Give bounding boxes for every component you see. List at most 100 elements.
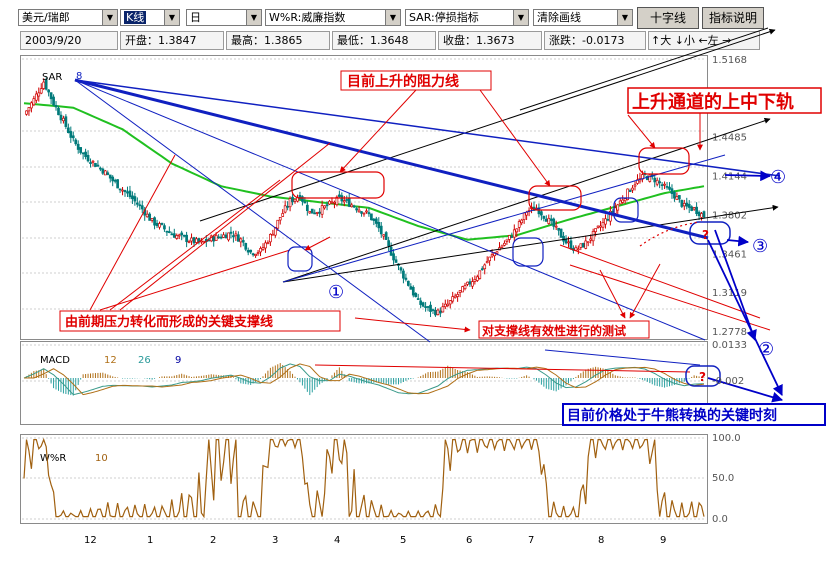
candle: [222, 232, 225, 238]
candle: [118, 188, 122, 193]
candle: [690, 205, 694, 212]
candle: [283, 200, 287, 214]
x-tick-label: 2: [210, 535, 216, 546]
candle: [172, 228, 176, 238]
candle: [187, 239, 191, 244]
candle: [59, 111, 63, 124]
candle: [158, 221, 161, 230]
candle: [660, 182, 664, 190]
channel-middle-line: [282, 117, 771, 283]
candle: [475, 274, 479, 282]
candle: [483, 263, 487, 275]
candle: [473, 275, 477, 285]
candle: [266, 240, 270, 245]
candlestick-series: [25, 77, 706, 318]
candle: [84, 148, 87, 160]
candle: [313, 209, 317, 215]
candle: [461, 285, 464, 293]
macd-tick-bottom: -0.002: [712, 376, 744, 387]
candle: [168, 226, 171, 234]
candle: [399, 266, 403, 274]
candle: [456, 291, 459, 302]
candle: [254, 253, 257, 258]
candle: [301, 195, 304, 206]
candle: [384, 231, 388, 240]
candle: [182, 234, 186, 238]
candle: [606, 214, 610, 222]
candle: [318, 208, 322, 218]
candle: [190, 233, 193, 246]
candle: [123, 189, 127, 197]
candle: [232, 230, 235, 243]
price-gridlines: [22, 58, 706, 310]
candle: [236, 231, 240, 242]
red-fan-line-1: [119, 142, 331, 311]
candle: [39, 83, 43, 95]
candle: [170, 231, 174, 236]
candle: [419, 297, 423, 309]
x-tick-label: 7: [528, 535, 534, 546]
candle: [91, 159, 95, 167]
candle: [586, 241, 590, 247]
candle: [564, 235, 568, 245]
candle: [239, 237, 243, 248]
candle: [244, 242, 248, 252]
candle: [668, 182, 671, 191]
x-tick-label: 6: [466, 535, 472, 546]
candle: [74, 138, 78, 146]
circle-number-3: ③: [752, 236, 768, 257]
candle: [628, 188, 632, 193]
candle: [522, 212, 526, 224]
candle: [520, 218, 524, 226]
candle: [269, 233, 272, 246]
candle: [234, 230, 238, 241]
candle: [451, 291, 455, 304]
sar-label: SAR: [42, 72, 62, 83]
candle: [591, 228, 595, 246]
candle: [27, 107, 31, 116]
candle: [458, 290, 462, 298]
macd-param-12: 12: [104, 355, 117, 366]
candle: [121, 186, 124, 196]
candle: [402, 268, 405, 284]
candle: [94, 162, 97, 167]
candle: [406, 280, 410, 287]
candle: [387, 236, 390, 251]
wr-gridlines: [22, 437, 706, 520]
wr-tick-50: 50.0: [712, 473, 734, 484]
candle: [596, 225, 600, 229]
candle: [315, 211, 319, 217]
macd-title: MACD: [40, 355, 70, 366]
price-tick-label: 1.3119: [712, 288, 747, 299]
candle: [485, 256, 489, 264]
candle: [379, 221, 383, 238]
candle: [626, 188, 629, 201]
resistance-label: 目前上升的阻力线: [347, 73, 459, 90]
candle: [106, 170, 110, 176]
red-fan-line-4: [89, 154, 176, 311]
candle: [468, 278, 472, 287]
candle: [374, 216, 378, 228]
candle: [702, 210, 706, 219]
macd-blue-trendline: [544, 349, 701, 366]
candle: [133, 192, 137, 206]
support-label: 由前期压力转化而形成的关键支撑线: [65, 314, 273, 330]
candle: [512, 224, 516, 243]
candle: [692, 207, 696, 211]
candle: [478, 270, 482, 280]
candle: [271, 229, 275, 236]
candle: [685, 197, 689, 210]
candle: [103, 169, 107, 176]
candle: [424, 302, 427, 312]
candle: [175, 233, 179, 240]
candle: [471, 277, 474, 289]
candle: [323, 205, 326, 210]
candle: [224, 232, 228, 239]
macd-tick-top: 0.0133: [712, 340, 747, 351]
candle: [338, 190, 341, 198]
candle: [108, 174, 112, 183]
candle: [34, 90, 38, 103]
candle: [594, 228, 597, 237]
candle: [259, 246, 262, 257]
candle: [328, 199, 331, 206]
